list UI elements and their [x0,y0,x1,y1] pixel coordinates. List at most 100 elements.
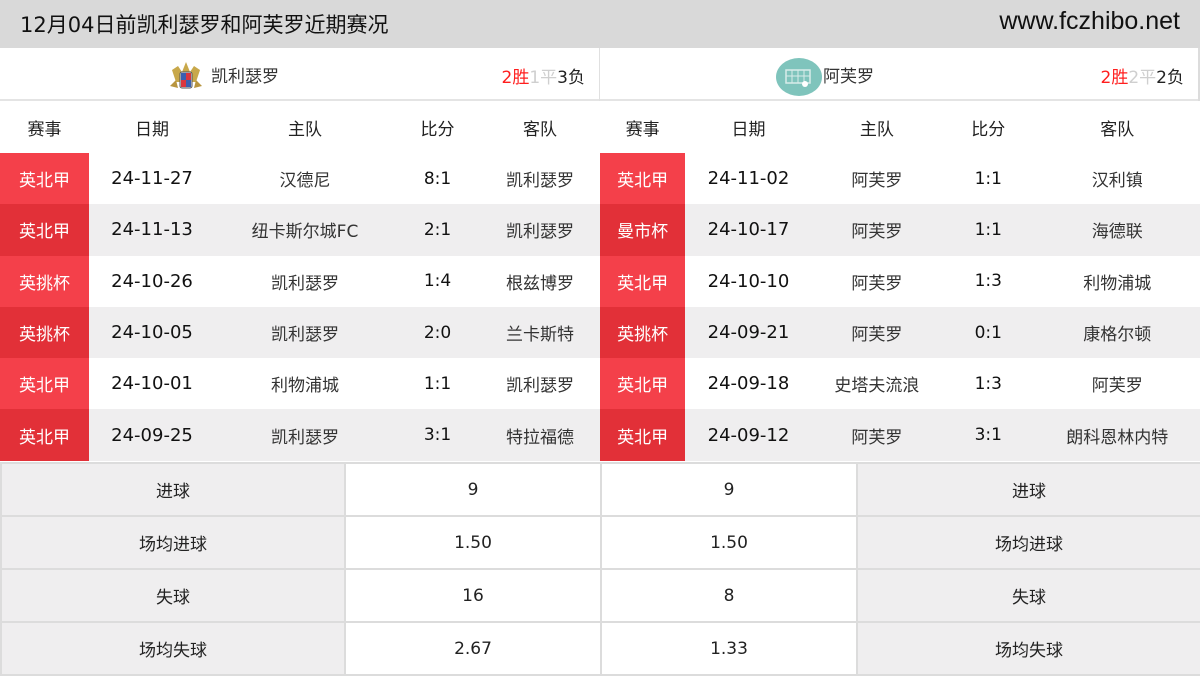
match-row[interactable]: 英挑杯 24-10-05 凯利瑟罗 2:0 兰卡斯特 [0,306,600,359]
site-url[interactable]: www.fczhibo.net [999,7,1180,36]
away-team[interactable]: 根兹博罗 [480,255,600,307]
home-team[interactable]: 汉德尼 [215,153,395,205]
home-team[interactable]: 史塔夫流浪 [811,358,943,410]
match-row[interactable]: 英挑杯 24-10-26 凯利瑟罗 1:4 根兹博罗 [0,255,600,307]
away-team[interactable]: 特拉福德 [480,409,600,461]
right-team-panel: 阿芙罗 2胜2平2负 赛事 日期 主队 比分 客队 英北甲 24-11-02 阿芙罗… [600,48,1200,461]
right-team-name[interactable]: 阿芙罗 [823,62,874,87]
match-date: 24-11-02 [685,153,812,205]
match-score: 1:1 [395,358,480,410]
home-team[interactable]: 凯利瑟罗 [215,306,395,359]
competition-badge[interactable]: 英北甲 [0,153,89,205]
match-score: 2:0 [395,306,480,359]
stats-row: 场均失球 2.67 1.33 场均失球 [0,621,1200,676]
away-team[interactable]: 凯利瑟罗 [480,358,600,410]
stat-label-left: 进球 [0,462,346,517]
col-date: 日期 [89,101,215,153]
match-row[interactable]: 英北甲 24-11-13 纽卡斯尔城FC 2:1 凯利瑟罗 [0,204,600,256]
home-team[interactable]: 凯利瑟罗 [215,409,395,461]
away-team[interactable]: 海德联 [1034,204,1200,256]
competition-badge[interactable]: 英北甲 [600,409,686,461]
col-away: 客队 [1034,101,1200,153]
away-team[interactable]: 凯利瑟罗 [480,204,600,256]
stat-label-left: 场均失球 [0,621,346,676]
win-count: 2 [1100,68,1112,88]
home-team[interactable]: 纽卡斯尔城FC [215,204,395,256]
match-row[interactable]: 英北甲 24-09-12 阿芙罗 3:1 朗科恩林内特 [600,409,1200,461]
match-row[interactable]: 英北甲 24-11-27 汉德尼 8:1 凯利瑟罗 [0,153,600,205]
match-date: 24-10-26 [89,255,215,307]
competition-badge[interactable]: 英北甲 [0,358,89,410]
match-row[interactable]: 英北甲 24-10-10 阿芙罗 1:3 利物浦城 [600,255,1200,307]
stat-label-left: 失球 [0,568,346,623]
match-date: 24-09-18 [685,358,812,410]
stats-row: 场均进球 1.50 1.50 场均进球 [0,515,1200,570]
match-row[interactable]: 曼市杯 24-10-17 阿芙罗 1:1 海德联 [600,204,1200,256]
left-matches-table: 赛事 日期 主队 比分 客队 英北甲 24-11-27 汉德尼 8:1 凯利瑟罗 英北甲 2… [0,101,600,461]
home-team[interactable]: 阿芙罗 [811,409,943,461]
draw-count: 2 [1128,68,1140,88]
stats-row: 进球 9 9 进球 [0,462,1200,517]
stat-label-right: 失球 [856,568,1200,623]
competition-badge[interactable]: 英北甲 [0,204,89,256]
match-score: 1:1 [942,204,1035,256]
col-score: 比分 [395,101,480,153]
away-team[interactable]: 利物浦城 [1034,255,1200,307]
match-row[interactable]: 英北甲 24-09-18 史塔夫流浪 1:3 阿芙罗 [600,358,1200,410]
match-row[interactable]: 英北甲 24-10-01 利物浦城 1:1 凯利瑟罗 [0,358,600,410]
away-team[interactable]: 汉利镇 [1034,153,1200,205]
competition-badge[interactable]: 英北甲 [0,409,89,461]
competition-badge[interactable]: 英挑杯 [0,255,89,307]
stat-label-right: 场均失球 [856,621,1200,676]
stats-row: 失球 16 8 失球 [0,568,1200,623]
match-score: 0:1 [942,306,1035,359]
match-row[interactable]: 英北甲 24-11-02 阿芙罗 1:1 汉利镇 [600,153,1200,205]
match-score: 3:1 [942,409,1035,461]
stat-value-left: 9 [344,462,602,517]
left-team-panel: 凯利瑟罗 2胜1平3负 赛事 日期 主队 比分 客队 英北甲 24-11-27 汉德… [0,48,600,461]
left-team-header: 凯利瑟罗 2胜1平3负 [0,48,599,101]
match-score: 1:1 [942,153,1035,205]
match-row[interactable]: 英挑杯 24-09-21 阿芙罗 0:1 康格尔顿 [600,306,1200,359]
col-home: 主队 [811,101,943,153]
home-team[interactable]: 阿芙罗 [811,306,943,359]
match-date: 24-11-13 [89,204,215,256]
home-team[interactable]: 阿芙罗 [811,204,943,256]
stat-value-left: 16 [344,568,602,623]
match-score: 2:1 [395,204,480,256]
match-row[interactable]: 英北甲 24-09-25 凯利瑟罗 3:1 特拉福德 [0,409,600,461]
competition-badge[interactable]: 英挑杯 [600,306,686,359]
away-team[interactable]: 凯利瑟罗 [480,153,600,205]
match-score: 1:3 [942,358,1035,410]
home-team[interactable]: 阿芙罗 [811,153,943,205]
away-team[interactable]: 兰卡斯特 [480,306,600,359]
competition-badge[interactable]: 英北甲 [600,358,686,410]
stat-value-right: 8 [600,568,858,623]
left-team-record: 2胜1平3负 [502,63,585,88]
competition-badge[interactable]: 曼市杯 [600,204,686,256]
competition-badge[interactable]: 英北甲 [600,153,686,205]
col-date: 日期 [685,101,812,153]
draw-count: 1 [529,68,541,88]
stat-value-right: 1.33 [600,621,858,676]
home-team[interactable]: 利物浦城 [215,358,395,410]
loss-count: 3 [557,68,568,88]
win-label: 胜 [512,68,530,88]
competition-badge[interactable]: 英挑杯 [0,306,89,359]
table-header-row: 赛事 日期 主队 比分 客队 [0,101,600,153]
home-team[interactable]: 阿芙罗 [811,255,943,307]
loss-label: 负 [1167,68,1184,88]
col-competition: 赛事 [600,101,686,153]
match-score: 1:4 [395,255,480,307]
away-team[interactable]: 康格尔顿 [1034,306,1200,359]
home-team[interactable]: 凯利瑟罗 [215,255,395,307]
left-team-name[interactable]: 凯利瑟罗 [211,62,279,87]
stat-label-right: 进球 [856,462,1200,517]
away-team[interactable]: 朗科恩林内特 [1034,409,1200,461]
away-team[interactable]: 阿芙罗 [1034,358,1200,410]
competition-badge[interactable]: 英北甲 [600,255,686,307]
win-label: 胜 [1111,68,1129,88]
col-score: 比分 [942,101,1035,153]
loss-label: 负 [568,68,585,88]
match-date: 24-10-01 [89,358,215,410]
